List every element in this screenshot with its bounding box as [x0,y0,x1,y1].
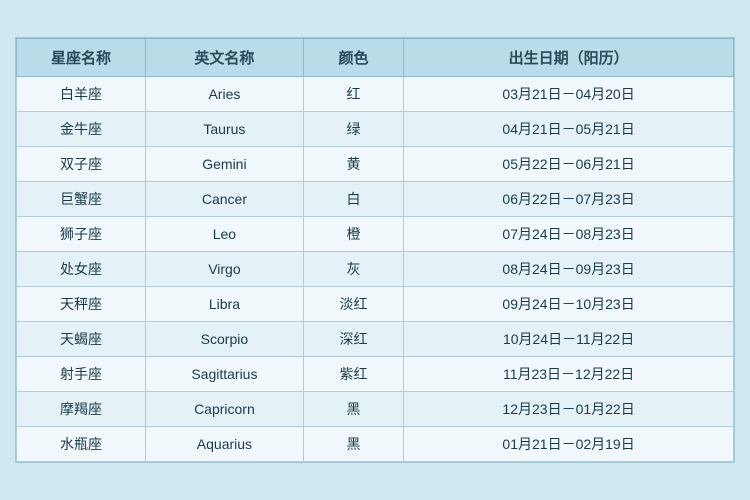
cell-english-name: Scorpio [146,322,304,357]
cell-color: 红 [303,77,403,112]
cell-date: 01月21日－02月19日 [404,427,734,462]
cell-color: 黄 [303,147,403,182]
zodiac-table-container: 星座名称 英文名称 颜色 出生日期（阳历） 白羊座Aries红03月21日－04… [15,37,735,463]
cell-english-name: Taurus [146,112,304,147]
cell-date: 07月24日－08月23日 [404,217,734,252]
cell-english-name: Libra [146,287,304,322]
cell-color: 黑 [303,427,403,462]
table-row: 水瓶座Aquarius黑01月21日－02月19日 [17,427,734,462]
cell-date: 05月22日－06月21日 [404,147,734,182]
cell-date: 10月24日－11月22日 [404,322,734,357]
cell-chinese-name: 处女座 [17,252,146,287]
table-row: 处女座Virgo灰08月24日－09月23日 [17,252,734,287]
cell-chinese-name: 金牛座 [17,112,146,147]
table-row: 双子座Gemini黄05月22日－06月21日 [17,147,734,182]
table-header-row: 星座名称 英文名称 颜色 出生日期（阳历） [17,39,734,77]
cell-color: 紫红 [303,357,403,392]
table-body: 白羊座Aries红03月21日－04月20日金牛座Taurus绿04月21日－0… [17,77,734,462]
cell-color: 绿 [303,112,403,147]
cell-date: 06月22日－07月23日 [404,182,734,217]
cell-english-name: Leo [146,217,304,252]
cell-color: 灰 [303,252,403,287]
cell-english-name: Virgo [146,252,304,287]
cell-date: 11月23日－12月22日 [404,357,734,392]
table-row: 金牛座Taurus绿04月21日－05月21日 [17,112,734,147]
cell-chinese-name: 天蝎座 [17,322,146,357]
cell-english-name: Capricorn [146,392,304,427]
table-row: 摩羯座Capricorn黑12月23日－01月22日 [17,392,734,427]
cell-english-name: Aries [146,77,304,112]
table-row: 天蝎座Scorpio深红10月24日－11月22日 [17,322,734,357]
zodiac-table: 星座名称 英文名称 颜色 出生日期（阳历） 白羊座Aries红03月21日－04… [16,38,734,462]
cell-chinese-name: 双子座 [17,147,146,182]
table-row: 射手座Sagittarius紫红11月23日－12月22日 [17,357,734,392]
cell-english-name: Sagittarius [146,357,304,392]
cell-date: 12月23日－01月22日 [404,392,734,427]
cell-chinese-name: 水瓶座 [17,427,146,462]
cell-color: 白 [303,182,403,217]
cell-english-name: Aquarius [146,427,304,462]
cell-english-name: Cancer [146,182,304,217]
table-row: 巨蟹座Cancer白06月22日－07月23日 [17,182,734,217]
cell-color: 黑 [303,392,403,427]
cell-chinese-name: 摩羯座 [17,392,146,427]
cell-chinese-name: 天秤座 [17,287,146,322]
cell-chinese-name: 射手座 [17,357,146,392]
header-english-name: 英文名称 [146,39,304,77]
cell-color: 橙 [303,217,403,252]
cell-date: 08月24日－09月23日 [404,252,734,287]
cell-date: 03月21日－04月20日 [404,77,734,112]
cell-english-name: Gemini [146,147,304,182]
cell-chinese-name: 狮子座 [17,217,146,252]
cell-date: 04月21日－05月21日 [404,112,734,147]
table-row: 狮子座Leo橙07月24日－08月23日 [17,217,734,252]
cell-chinese-name: 白羊座 [17,77,146,112]
header-chinese-name: 星座名称 [17,39,146,77]
table-row: 天秤座Libra淡红09月24日－10月23日 [17,287,734,322]
header-date: 出生日期（阳历） [404,39,734,77]
cell-date: 09月24日－10月23日 [404,287,734,322]
cell-chinese-name: 巨蟹座 [17,182,146,217]
cell-color: 淡红 [303,287,403,322]
cell-color: 深红 [303,322,403,357]
table-row: 白羊座Aries红03月21日－04月20日 [17,77,734,112]
header-color: 颜色 [303,39,403,77]
